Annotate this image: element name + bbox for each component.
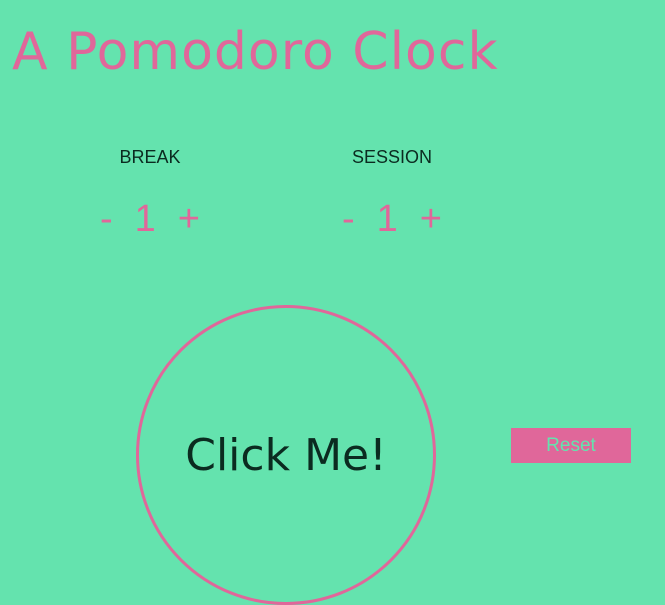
session-length-value: 1	[376, 198, 398, 240]
session-label: SESSION	[351, 147, 433, 167]
break-stepper: - 1 +	[75, 200, 225, 238]
session-decrement-button[interactable]: -	[342, 200, 355, 238]
page-title: A Pomodoro Clock	[12, 22, 499, 82]
reset-button[interactable]: Reset	[511, 428, 631, 463]
break-length-value: 1	[134, 198, 156, 240]
clock-start-button[interactable]: Click Me!	[136, 305, 436, 605]
break-label: BREAK	[119, 147, 181, 167]
break-control: BREAK - 1 +	[75, 146, 225, 238]
break-decrement-button[interactable]: -	[100, 200, 113, 238]
session-stepper: - 1 +	[317, 200, 467, 238]
break-increment-button[interactable]: +	[178, 200, 200, 238]
session-increment-button[interactable]: +	[420, 200, 442, 238]
clock-label: Click Me!	[185, 429, 387, 481]
session-control: SESSION - 1 +	[317, 146, 467, 238]
